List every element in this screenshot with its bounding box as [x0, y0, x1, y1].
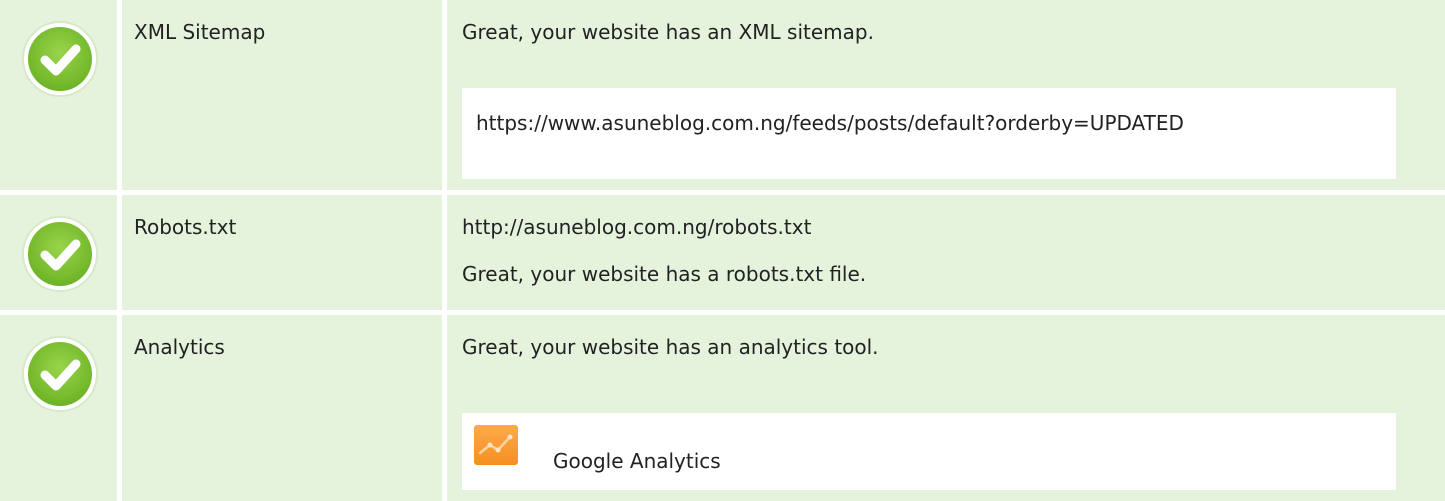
content-cell: http://asuneblog.com.ng/robots.txt Great…	[447, 195, 1445, 310]
row-label: Analytics	[134, 335, 225, 359]
analytics-tool-name: Google Analytics	[553, 449, 721, 473]
google-analytics-icon	[474, 425, 518, 465]
label-cell: XML Sitemap	[122, 0, 442, 190]
label-cell: Analytics	[122, 315, 442, 501]
content-cell: Great, your website has an analytics too…	[447, 315, 1445, 501]
row-analytics: Analytics Great, your website has an ana…	[0, 315, 1445, 501]
sitemap-url[interactable]: https://www.asuneblog.com.ng/feeds/posts…	[476, 108, 1386, 139]
analytics-tool-box: Google Analytics	[462, 413, 1396, 490]
row-robots-txt: Robots.txt http://asuneblog.com.ng/robot…	[0, 195, 1445, 310]
row-label: Robots.txt	[134, 215, 237, 239]
robots-url[interactable]: http://asuneblog.com.ng/robots.txt	[462, 215, 811, 239]
check-circle-icon	[22, 216, 98, 292]
status-cell	[0, 195, 117, 310]
status-cell	[0, 0, 117, 190]
row-xml-sitemap: XML Sitemap Great, your website has an X…	[0, 0, 1445, 190]
status-message: Great, your website has an analytics too…	[462, 335, 879, 359]
check-circle-icon	[22, 336, 98, 412]
label-cell: Robots.txt	[122, 195, 442, 310]
status-cell	[0, 315, 117, 501]
status-message: Great, your website has a robots.txt fil…	[462, 262, 867, 286]
status-message: Great, your website has an XML sitemap.	[462, 20, 874, 44]
content-cell: Great, your website has an XML sitemap. …	[447, 0, 1445, 190]
sitemap-url-box: https://www.asuneblog.com.ng/feeds/posts…	[462, 88, 1396, 179]
row-label: XML Sitemap	[134, 20, 266, 44]
check-circle-icon	[22, 21, 98, 97]
